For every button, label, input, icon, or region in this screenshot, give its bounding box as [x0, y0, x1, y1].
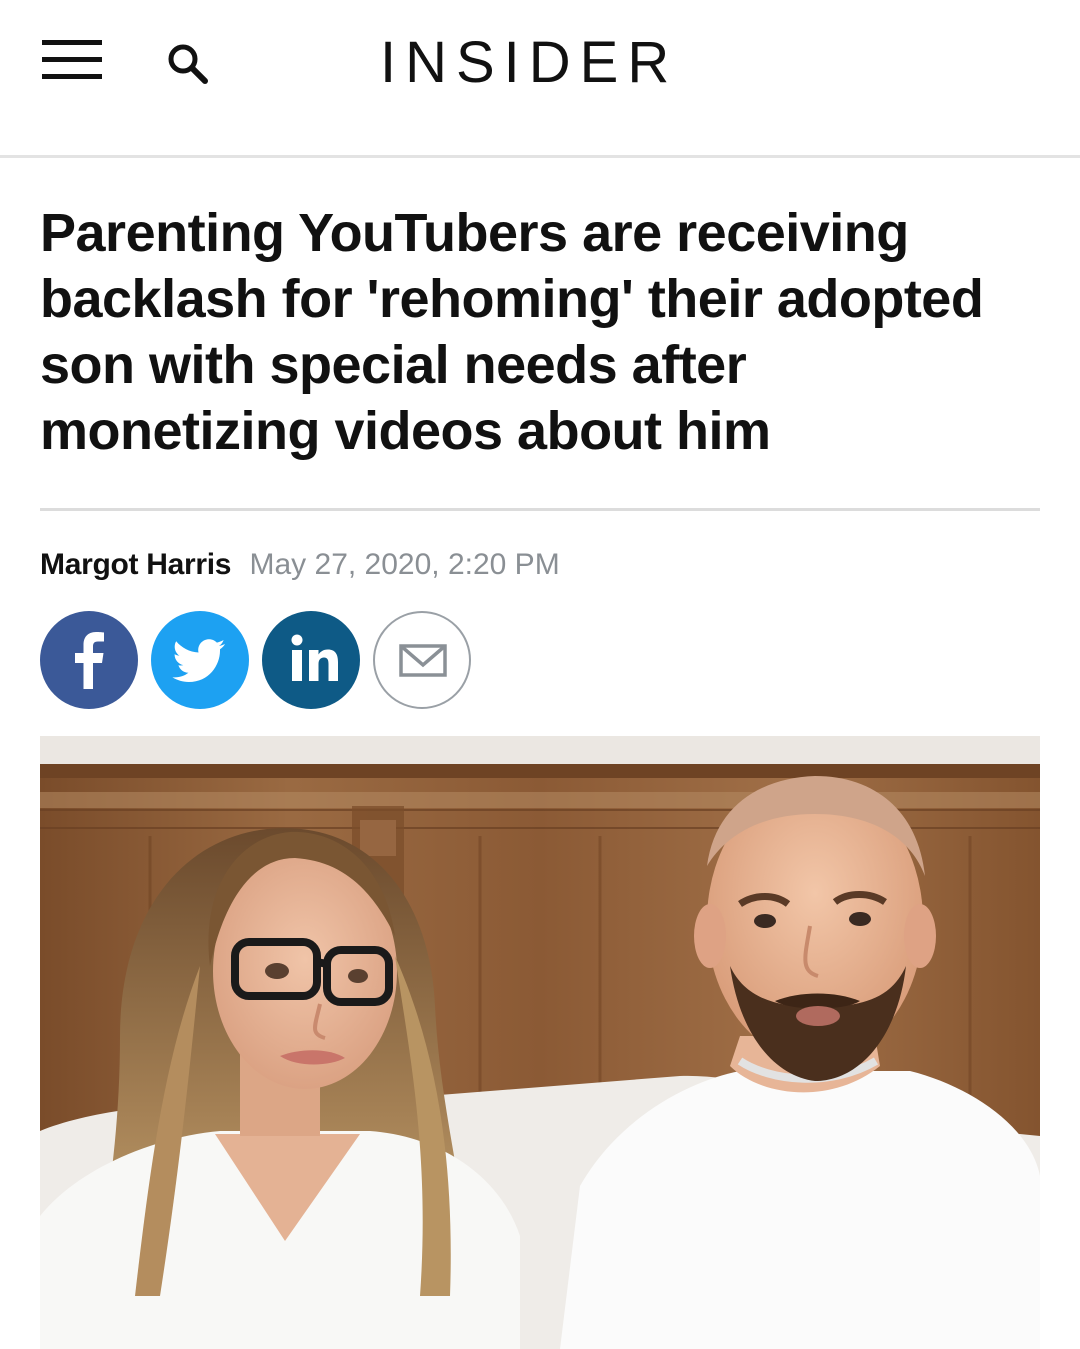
top-navigation-bar: INSIDER — [0, 0, 1080, 158]
article-hero-image — [40, 736, 1040, 1349]
facebook-share-button[interactable] — [40, 611, 138, 709]
email-share-button[interactable] — [373, 611, 471, 709]
headline-divider — [40, 508, 1040, 511]
search-icon[interactable] — [164, 40, 210, 86]
email-icon — [399, 644, 447, 677]
hamburger-menu-icon[interactable] — [42, 40, 102, 80]
article-headline: Parenting YouTubers are receiving backla… — [40, 203, 984, 461]
twitter-share-button[interactable] — [151, 611, 249, 709]
author-name[interactable]: Margot Harris — [40, 548, 231, 581]
publish-date: May 27, 2020, 2:20 PM — [249, 548, 560, 581]
twitter-icon — [172, 639, 225, 682]
facebook-icon — [75, 632, 104, 689]
byline: Margot Harris May 27, 2020, 2:20 PM — [40, 545, 560, 585]
linkedin-share-button[interactable] — [262, 611, 360, 709]
linkedin-icon — [291, 634, 338, 681]
site-logo[interactable]: INSIDER — [380, 28, 700, 98]
hero-photo-couple — [40, 736, 1040, 1349]
